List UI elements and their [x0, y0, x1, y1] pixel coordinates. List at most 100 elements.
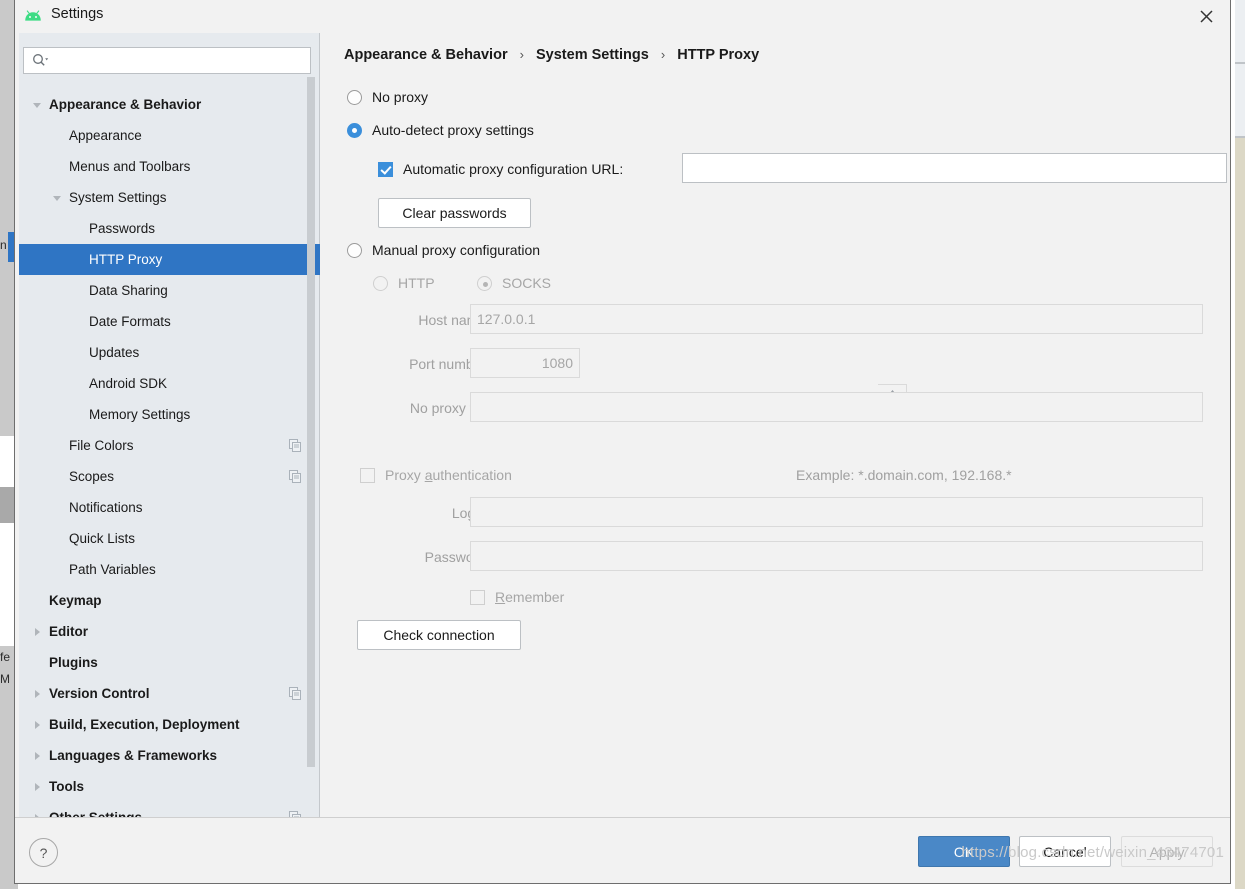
sidebar-item-label: HTTP Proxy [89, 252, 163, 267]
chevron-right-icon[interactable] [31, 719, 43, 731]
breadcrumb-separator-icon: › [660, 47, 666, 62]
search-box[interactable] [23, 47, 311, 75]
apply-button: Apply [1121, 836, 1213, 867]
close-icon[interactable] [1190, 4, 1224, 30]
tree-scrollbar-thumb[interactable] [307, 77, 315, 767]
auto-detect-proxy-radio[interactable] [347, 122, 362, 138]
copy-settings-icon[interactable] [289, 439, 302, 455]
chevron-down-icon[interactable] [31, 99, 43, 111]
copy-settings-icon[interactable] [289, 470, 302, 486]
auto-config-url-input[interactable] [682, 153, 1227, 183]
sidebar-item-label: Data Sharing [89, 283, 168, 298]
auto-detect-proxy-option[interactable]: Auto-detect proxy settings [347, 122, 534, 138]
sidebar-item-http-proxy[interactable]: HTTP Proxy [19, 244, 320, 275]
sidebar-item-label: Scopes [69, 469, 115, 484]
sidebar-item-label: Updates [89, 345, 140, 360]
sidebar-item-updates[interactable]: Updates [19, 337, 320, 368]
port-number-input[interactable] [470, 348, 580, 378]
sidebar-item-memory-settings[interactable]: Memory Settings [19, 399, 320, 430]
chevron-right-icon[interactable] [31, 626, 43, 638]
breadcrumb-part-3: HTTP Proxy [677, 47, 760, 63]
manual-proxy-option[interactable]: Manual proxy configuration [347, 242, 540, 258]
remember-label: Remember [495, 589, 565, 605]
sidebar-item-editor[interactable]: Editor [19, 616, 320, 647]
chevron-right-icon[interactable] [31, 688, 43, 700]
breadcrumb-separator-icon: › [519, 47, 524, 62]
dialog-footer: ? OK Cancel Apply https://blog.csdn.net/… [15, 817, 1230, 883]
sidebar-item-label: Version Control [49, 686, 150, 701]
http-protocol-option[interactable]: HTTP [373, 275, 435, 291]
no-proxy-option[interactable]: No proxy [347, 89, 428, 105]
no-proxy-radio[interactable] [347, 89, 362, 105]
sidebar-item-plugins[interactable]: Plugins [19, 647, 320, 678]
auto-config-url-option[interactable]: Automatic proxy configuration URL: [378, 161, 623, 177]
ok-button[interactable]: OK [918, 836, 1010, 867]
sidebar-item-android-sdk[interactable]: Android SDK [19, 368, 320, 399]
sidebar-item-keymap[interactable]: Keymap [19, 585, 320, 616]
sidebar-item-date-formats[interactable]: Date Formats [19, 306, 320, 337]
clear-passwords-button[interactable]: Clear passwords [378, 198, 531, 228]
sidebar-item-label: Tools [49, 779, 84, 794]
sidebar-item-label: Date Formats [89, 314, 171, 329]
settings-dialog: Settings Appearance & Behavior Appearance… [14, 0, 1231, 884]
copy-settings-icon[interactable] [289, 687, 302, 703]
manual-proxy-radio[interactable] [347, 242, 362, 258]
host-name-input[interactable] [470, 304, 1203, 334]
socks-protocol-option[interactable]: SOCKS [477, 275, 551, 291]
sidebar-item-menus-and-toolbars[interactable]: Menus and Toolbars [19, 151, 320, 182]
remember-option[interactable]: Remember [470, 589, 564, 605]
breadcrumb-part-2[interactable]: System Settings [536, 47, 649, 63]
search-input[interactable] [56, 48, 310, 75]
no-proxy-for-label: No proxy for: [409, 400, 490, 416]
chevron-right-icon[interactable] [31, 781, 43, 793]
sidebar-item-version-control[interactable]: Version Control [19, 678, 320, 709]
sidebar-item-path-variables[interactable]: Path Variables [19, 554, 320, 585]
password-input[interactable] [470, 541, 1203, 571]
sidebar-item-label: Passwords [89, 221, 156, 236]
sidebar-item-build-execution-deployment[interactable]: Build, Execution, Deployment [19, 709, 320, 740]
tree-scrollbar[interactable] [307, 77, 315, 815]
background-ide-right [1235, 0, 1245, 889]
sidebar-item-file-colors[interactable]: File Colors [19, 430, 320, 461]
settings-tree-panel: Appearance & Behavior Appearance Menus and… [19, 33, 320, 825]
sidebar-item-label: Build, Execution, Deployment [49, 717, 240, 732]
chevron-right-icon[interactable] [31, 750, 43, 762]
help-button[interactable]: ? [29, 838, 58, 867]
sidebar-item-appearance[interactable]: Appearance [19, 120, 320, 151]
check-connection-button[interactable]: Check connection [357, 620, 521, 650]
background-right-seg [1235, 64, 1245, 136]
background-right-seg [1235, 138, 1245, 889]
no-proxy-label: No proxy [372, 89, 429, 105]
sidebar-item-label: Plugins [49, 655, 98, 670]
proxy-authentication-checkbox[interactable] [360, 467, 375, 483]
auto-config-url-checkbox[interactable] [378, 161, 393, 177]
search-icon [32, 53, 49, 71]
manual-proxy-label: Manual proxy configuration [372, 242, 541, 258]
sidebar-item-tools[interactable]: Tools [19, 771, 320, 802]
host-name-label: Host name: [418, 312, 490, 328]
sidebar-item-scopes[interactable]: Scopes [19, 461, 320, 492]
sidebar-item-system-settings[interactable]: System Settings [19, 182, 320, 213]
sidebar-item-notifications[interactable]: Notifications [19, 492, 320, 523]
auto-detect-proxy-label: Auto-detect proxy settings [372, 122, 534, 138]
sidebar-item-languages-frameworks[interactable]: Languages & Frameworks [19, 740, 320, 771]
proxy-authentication-option[interactable]: Proxy authentication [360, 467, 512, 483]
sidebar-item-label: Languages & Frameworks [49, 748, 218, 763]
sidebar-item-quick-lists[interactable]: Quick Lists [19, 523, 320, 554]
cancel-button[interactable]: Cancel [1019, 836, 1111, 867]
socks-protocol-radio[interactable] [477, 275, 492, 291]
sidebar-item-data-sharing[interactable]: Data Sharing [19, 275, 320, 306]
sidebar-item-label: Android SDK [89, 376, 168, 391]
remember-checkbox[interactable] [470, 589, 485, 605]
chevron-down-icon[interactable] [51, 192, 63, 204]
sidebar-item-label: Menus and Toolbars [69, 159, 191, 174]
sidebar-item-passwords[interactable]: Passwords [19, 213, 320, 244]
sidebar-item-label: Keymap [49, 593, 102, 608]
http-protocol-radio[interactable] [373, 275, 388, 291]
breadcrumb-part-1[interactable]: Appearance & Behavior [344, 47, 508, 63]
no-proxy-for-input[interactable] [470, 392, 1203, 422]
proxy-authentication-label: Proxy authentication [385, 467, 512, 483]
sidebar-item-label: Path Variables [69, 562, 156, 577]
sidebar-item-appearance-behavior[interactable]: Appearance & Behavior [19, 89, 320, 120]
login-input[interactable] [470, 497, 1203, 527]
